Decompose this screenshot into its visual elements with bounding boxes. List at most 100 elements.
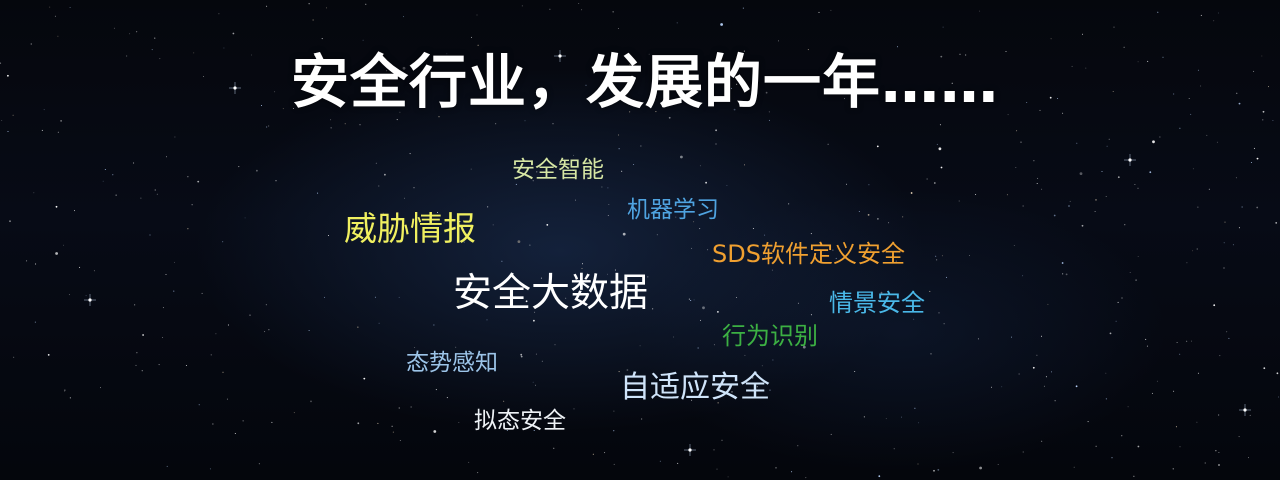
star (1076, 142, 1078, 144)
star (639, 345, 641, 347)
star (601, 186, 603, 188)
star (618, 148, 620, 150)
star (1069, 200, 1071, 202)
star (938, 147, 942, 151)
star (940, 166, 943, 169)
star (901, 416, 902, 418)
star (141, 370, 143, 372)
star (613, 430, 615, 432)
star (1149, 171, 1152, 174)
star (154, 37, 156, 39)
star (549, 8, 551, 10)
star (185, 365, 187, 366)
star (191, 204, 193, 206)
star (607, 187, 609, 189)
star (197, 180, 200, 183)
star (764, 234, 766, 236)
star (552, 123, 554, 125)
star (1127, 406, 1129, 408)
star (1011, 336, 1012, 338)
star (1121, 435, 1123, 437)
star (492, 224, 494, 226)
star (1041, 335, 1042, 337)
star (232, 32, 235, 35)
star (1253, 147, 1255, 149)
star (1101, 171, 1103, 172)
keyword-security-big-data: 安全大数据 (453, 271, 649, 316)
star (1272, 120, 1274, 121)
star (946, 276, 947, 278)
star (744, 354, 746, 356)
star (113, 27, 115, 29)
star (209, 468, 211, 470)
star (35, 263, 37, 265)
star (1218, 452, 1220, 453)
star (1117, 176, 1120, 179)
star (55, 252, 58, 255)
star (697, 347, 699, 349)
star (212, 423, 214, 425)
star (936, 259, 938, 261)
star (166, 156, 167, 158)
star (1068, 205, 1070, 207)
star (546, 224, 549, 226)
star (541, 360, 543, 362)
star (520, 353, 523, 356)
star (1105, 398, 1107, 400)
star (93, 270, 95, 272)
star (1062, 273, 1064, 275)
star (810, 314, 812, 316)
star (535, 353, 537, 355)
star (726, 185, 728, 186)
slide-canvas: 安全行业，发展的一年…… 安全智能 机器学习 威胁情报 SDS软件定义安全 安全… (0, 0, 1280, 480)
star (979, 10, 981, 12)
star (705, 181, 707, 184)
star (60, 120, 62, 122)
star (969, 255, 970, 256)
star (1133, 475, 1135, 477)
star (942, 26, 944, 28)
star (375, 162, 377, 164)
keyword-adaptive-security: 自适应安全 (620, 370, 770, 405)
star (977, 338, 979, 340)
star (521, 5, 523, 7)
star (174, 261, 175, 263)
star (818, 11, 820, 13)
star (1173, 390, 1175, 392)
star (1250, 162, 1252, 163)
star (149, 234, 151, 236)
star (918, 422, 920, 424)
star (503, 400, 505, 402)
star (165, 274, 167, 275)
star (1108, 138, 1110, 140)
star (1238, 436, 1240, 438)
star (133, 162, 135, 164)
keyword-situational-awareness: 态势感知 (406, 350, 498, 376)
star (85, 295, 87, 297)
star (344, 123, 346, 125)
star (357, 422, 360, 425)
star (1022, 451, 1024, 453)
star (414, 347, 416, 348)
star (156, 193, 158, 195)
sparkle-star (684, 444, 696, 456)
star (659, 460, 661, 462)
star (933, 182, 936, 184)
star (1006, 194, 1008, 196)
star (317, 192, 319, 194)
star (604, 452, 606, 454)
star (929, 290, 931, 292)
star (69, 397, 71, 399)
star (676, 22, 678, 24)
star (575, 199, 576, 201)
star (656, 234, 658, 236)
star (258, 463, 260, 465)
star (1137, 445, 1140, 448)
star (830, 9, 832, 11)
star (1172, 468, 1174, 470)
star (699, 165, 701, 167)
star (1176, 342, 1178, 343)
star (778, 40, 779, 42)
star (926, 178, 928, 180)
star (1192, 250, 1194, 252)
